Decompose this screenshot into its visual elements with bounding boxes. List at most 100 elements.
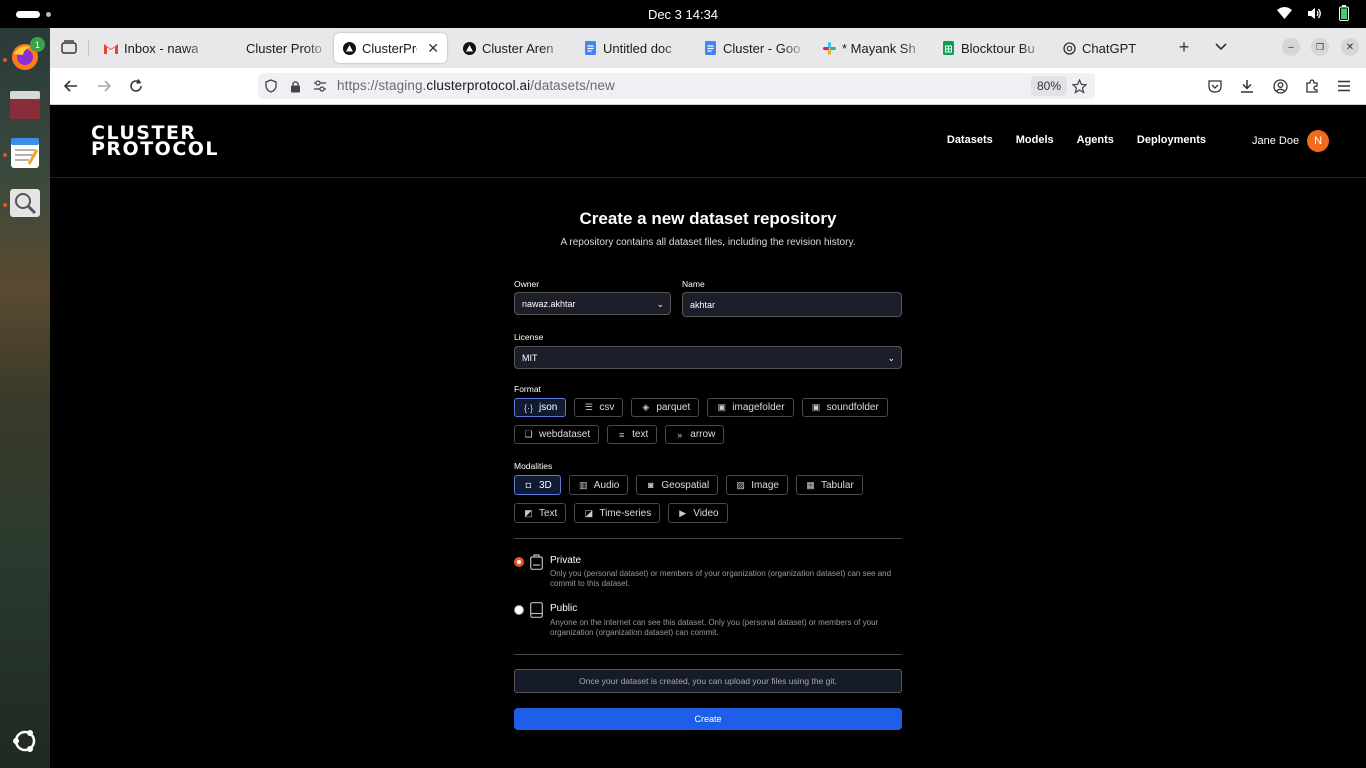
close-icon: ✕	[1341, 38, 1359, 56]
system-clock[interactable]: Dec 3 14:34	[648, 7, 718, 22]
modality-tabular[interactable]: ▦ Tabular	[795, 475, 863, 495]
modality-3d[interactable]: ◘ 3D	[514, 475, 561, 495]
braces-icon: {·}	[523, 402, 533, 413]
gmail-icon	[104, 41, 118, 55]
cluster-icon	[226, 41, 240, 55]
extensions-button[interactable]	[1300, 75, 1324, 97]
format-arrow[interactable]: » arrow	[665, 425, 725, 444]
bookmark-star-icon[interactable]	[1071, 78, 1087, 94]
browser-nav-bar: https://staging.clusterprotocol.ai/datas…	[50, 68, 1366, 105]
files-launcher[interactable]	[8, 88, 42, 122]
tab-gmail[interactable]: Inbox - nawa	[96, 33, 212, 63]
tab-clusterpro-active[interactable]: ClusterPro ✕	[334, 33, 447, 63]
chevrons-right-icon: »	[677, 429, 683, 440]
text-editor-launcher[interactable]	[8, 136, 42, 170]
zoom-level-button[interactable]: 80%	[1031, 76, 1068, 96]
license-label: License	[514, 332, 544, 342]
modality-video[interactable]: ▶ Video	[668, 503, 728, 523]
format-text[interactable]: ≡ text	[607, 425, 658, 444]
activities-button[interactable]	[16, 11, 51, 18]
cluster-protocol-logo[interactable]: CLUSTER PROTOCOL	[91, 124, 218, 159]
license-select[interactable]: MIT ⌄	[514, 346, 902, 369]
format-json[interactable]: {·} json	[514, 398, 567, 417]
site-header: CLUSTER PROTOCOL Datasets Models Agents …	[50, 105, 1366, 178]
tab-slack[interactable]: * Mayank Sh	[814, 33, 927, 63]
tab-fade	[782, 33, 808, 63]
url-text[interactable]: https://staging.clusterprotocol.ai/datas…	[337, 78, 615, 93]
system-tray[interactable]	[1276, 5, 1352, 21]
account-button[interactable]	[1268, 75, 1292, 97]
cluster-triangle-icon	[462, 41, 476, 55]
image-viewer-launcher[interactable]	[8, 186, 42, 220]
format-imagefolder[interactable]: ▣ imagefolder	[707, 398, 794, 417]
back-button[interactable]	[59, 75, 83, 97]
slack-icon	[822, 41, 836, 55]
nav-datasets[interactable]: Datasets	[947, 134, 993, 146]
lock-icon[interactable]	[287, 78, 303, 94]
format-parquet[interactable]: ◈ parquet	[631, 398, 700, 417]
arrow-left-icon	[64, 80, 77, 92]
tab-untitled-doc[interactable]: Untitled doc	[575, 33, 688, 63]
modality-audio[interactable]: ▥ Audio	[568, 475, 629, 495]
format-csv[interactable]: ☰ csv	[574, 398, 624, 417]
downloads-button[interactable]	[1235, 75, 1259, 97]
close-tab-icon[interactable]: ✕	[427, 40, 439, 57]
nav-agents[interactable]: Agents	[1077, 134, 1114, 146]
timeseries-icon: ◪	[584, 507, 594, 518]
parquet-icon: ◈	[642, 402, 650, 412]
format-label-text: parquet	[656, 402, 691, 413]
app-menu-button[interactable]	[1332, 75, 1356, 97]
tab-overview-button[interactable]	[57, 36, 81, 58]
audio-icon: ▥	[579, 479, 588, 490]
tab-blocktour-sheet[interactable]: Blocktour Bu	[933, 33, 1046, 63]
show-apps-button[interactable]	[12, 728, 38, 754]
owner-select[interactable]: nawaz.akhtar ⌄	[514, 292, 671, 315]
modality-geospatial[interactable]: ◙ Geospatial	[636, 475, 719, 495]
user-menu[interactable]: Jane Doe N	[1252, 130, 1330, 152]
tab-chatgpt[interactable]: ChatGPT	[1054, 33, 1167, 63]
modality-time-series[interactable]: ◪ Time-series	[574, 503, 661, 523]
battery-icon	[1336, 5, 1352, 21]
pocket-button[interactable]	[1203, 75, 1227, 97]
visibility-private-radio[interactable]	[514, 557, 524, 567]
modality-label-text: Geospatial	[661, 479, 710, 491]
arrow-right-icon	[98, 80, 111, 92]
tab-label: ChatGPT	[1082, 40, 1137, 56]
address-bar[interactable]: https://staging.clusterprotocol.ai/datas…	[258, 73, 1095, 99]
shield-icon[interactable]	[263, 78, 279, 94]
reload-button[interactable]	[124, 75, 148, 97]
modality-text[interactable]: ◩ Text	[514, 503, 567, 523]
list-all-tabs-button[interactable]	[1209, 36, 1233, 58]
text-lines-icon: ≡	[619, 429, 625, 440]
restore-button[interactable]: ❐	[1308, 36, 1332, 58]
tab-cluster-arena[interactable]: Cluster Aren	[454, 33, 567, 63]
forward-button[interactable]	[92, 75, 116, 97]
notification-badge: 1	[30, 37, 45, 52]
modality-image[interactable]: ▨ Image	[726, 475, 788, 495]
minimize-button[interactable]: –	[1279, 36, 1303, 58]
puzzle-icon	[1306, 79, 1318, 93]
nav-deployments[interactable]: Deployments	[1137, 134, 1206, 146]
tab-separator	[88, 40, 89, 56]
close-window-button[interactable]: ✕	[1338, 36, 1362, 58]
create-button[interactable]: Create	[514, 708, 902, 730]
volume-icon	[1306, 5, 1322, 21]
tab-fade	[305, 33, 331, 63]
avatar[interactable]: N	[1307, 130, 1330, 152]
name-input[interactable]: akhtar	[682, 292, 902, 317]
nav-models[interactable]: Models	[1016, 134, 1054, 146]
divider	[514, 538, 902, 539]
workspace-dot	[46, 12, 51, 17]
firefox-launcher[interactable]: 1	[8, 37, 45, 74]
visibility-public-radio[interactable]	[514, 605, 524, 615]
format-label-text: imagefolder	[732, 402, 785, 413]
format-soundfolder[interactable]: ▣ soundfolder	[801, 398, 888, 417]
modality-label-text: Text	[539, 507, 558, 519]
page-settings-icon[interactable]	[312, 78, 328, 94]
new-tab-button[interactable]: +	[1172, 36, 1196, 58]
tab-cluster-protocol[interactable]: Cluster Proto	[218, 33, 331, 63]
private-title: Private	[550, 555, 582, 566]
hamburger-menu-icon	[1338, 80, 1350, 92]
format-webdataset[interactable]: ❏ webdataset	[514, 425, 600, 444]
tab-cluster-google-doc[interactable]: Cluster - Goo	[695, 33, 808, 63]
